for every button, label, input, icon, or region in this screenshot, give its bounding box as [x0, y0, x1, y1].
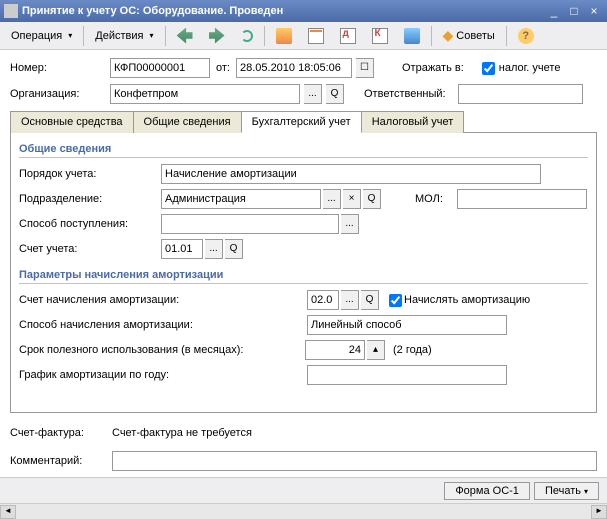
- invoice-value: Счет-фактура не требуется: [112, 427, 252, 439]
- window-title: Принятие к учету ОС: Оборудование. Прове…: [22, 5, 543, 17]
- maximize-button[interactable]: □: [565, 3, 583, 19]
- help-button[interactable]: ?: [511, 24, 541, 48]
- doc3-button[interactable]: [365, 24, 395, 48]
- reflect-label: Отражать в:: [402, 62, 464, 74]
- dept-clear-button[interactable]: ×: [343, 189, 361, 209]
- operation-menu[interactable]: Операция: [4, 26, 79, 46]
- bottom-bar: Форма ОС-1 Печать: [0, 477, 607, 503]
- tabs: Основные средства Общие сведения Бухгалт…: [10, 110, 597, 133]
- horizontal-scrollbar[interactable]: ◄ ►: [0, 503, 607, 519]
- graph-field[interactable]: [307, 365, 507, 385]
- save-icon: [276, 28, 292, 44]
- charge-check-label: Начислять амортизацию: [404, 294, 530, 306]
- account-select-button[interactable]: ...: [205, 239, 223, 259]
- tab-panel: Общие сведения Порядок учета: Подразделе…: [10, 133, 597, 413]
- method-label: Способ начисления амортизации:: [19, 319, 245, 331]
- account-label: Счет учета:: [19, 243, 159, 255]
- org-lookup-button[interactable]: Q: [326, 84, 344, 104]
- tax-check-label: налог. учете: [499, 62, 561, 74]
- org-field[interactable]: [110, 84, 300, 104]
- life-label: Срок полезного использования (в месяцах)…: [19, 344, 303, 356]
- mol-label: МОЛ:: [415, 193, 455, 205]
- arrow-right-icon: [209, 28, 225, 44]
- org-select-button[interactable]: ...: [304, 84, 322, 104]
- date-picker-button[interactable]: ☐: [356, 58, 374, 78]
- number-field[interactable]: [110, 58, 210, 78]
- deprec-acc-lookup-button[interactable]: Q: [361, 290, 379, 310]
- date-field[interactable]: [236, 58, 352, 78]
- back-button[interactable]: [170, 24, 200, 48]
- charge-checkbox[interactable]: [389, 294, 402, 307]
- dept-label: Подразделение:: [19, 193, 159, 205]
- tab-tax[interactable]: Налоговый учет: [361, 111, 465, 133]
- invoice-label: Счет-фактура:: [10, 427, 106, 439]
- tree-button[interactable]: [397, 24, 427, 48]
- close-button[interactable]: ×: [585, 3, 603, 19]
- dept-field[interactable]: [161, 189, 321, 209]
- account-field[interactable]: [161, 239, 203, 259]
- mol-field[interactable]: [457, 189, 587, 209]
- receipt-label: Способ поступления:: [19, 218, 159, 230]
- tip-icon: ◆: [443, 27, 454, 44]
- order-label: Порядок учета:: [19, 168, 159, 180]
- refresh-icon: [241, 30, 253, 42]
- tree-icon: [404, 28, 420, 44]
- doc-icon: [308, 28, 324, 44]
- comment-field[interactable]: [112, 451, 597, 471]
- deprec-acc-label: Счет начисления амортизации:: [19, 294, 245, 306]
- deprec-acc-select-button[interactable]: ...: [341, 290, 359, 310]
- titlebar: Принятие к учету ОС: Оборудование. Прове…: [0, 0, 607, 22]
- graph-label: График амортизации по году:: [19, 369, 245, 381]
- life-field[interactable]: [305, 340, 365, 360]
- save-button[interactable]: [269, 24, 299, 48]
- comment-label: Комментарий:: [10, 455, 106, 467]
- toolbar: Операция Действия ◆Советы ?: [0, 22, 607, 50]
- method-field[interactable]: [307, 315, 507, 335]
- receipt-select-button[interactable]: ...: [341, 214, 359, 234]
- minimize-button[interactable]: _: [545, 3, 563, 19]
- actions-menu[interactable]: Действия: [88, 26, 160, 46]
- doc1-button[interactable]: [301, 24, 331, 48]
- arrow-left-icon: [177, 28, 193, 44]
- print-button[interactable]: Печать: [534, 482, 599, 500]
- life-stepper-button[interactable]: ▴: [367, 340, 385, 360]
- responsible-label: Ответственный:: [364, 88, 454, 100]
- dept-lookup-button[interactable]: Q: [363, 189, 381, 209]
- receipt-field[interactable]: [161, 214, 339, 234]
- dept-select-button[interactable]: ...: [323, 189, 341, 209]
- tab-accounting[interactable]: Бухгалтерский учет: [241, 111, 362, 133]
- tab-main-assets[interactable]: Основные средства: [10, 111, 134, 133]
- section-deprec-title: Параметры начисления амортизации: [19, 267, 588, 284]
- tab-general[interactable]: Общие сведения: [133, 111, 242, 133]
- number-label: Номер:: [10, 62, 106, 74]
- doc2-button[interactable]: [333, 24, 363, 48]
- account-lookup-button[interactable]: Q: [225, 239, 243, 259]
- doc-d-icon: [340, 28, 356, 44]
- life-hint: (2 года): [387, 344, 432, 356]
- ot-label: от:: [214, 62, 232, 74]
- form-os1-button[interactable]: Форма ОС-1: [444, 482, 530, 500]
- org-label: Организация:: [10, 88, 106, 100]
- app-icon: [4, 4, 18, 18]
- deprec-acc-field[interactable]: [307, 290, 339, 310]
- order-field[interactable]: [161, 164, 541, 184]
- refresh-button[interactable]: [234, 26, 260, 46]
- forward-button[interactable]: [202, 24, 232, 48]
- responsible-field[interactable]: [458, 84, 583, 104]
- tips-button[interactable]: ◆Советы: [436, 23, 502, 48]
- tax-checkbox[interactable]: [482, 62, 495, 75]
- doc-k-icon: [372, 28, 388, 44]
- help-icon: ?: [518, 28, 534, 44]
- section-general-title: Общие сведения: [19, 141, 588, 158]
